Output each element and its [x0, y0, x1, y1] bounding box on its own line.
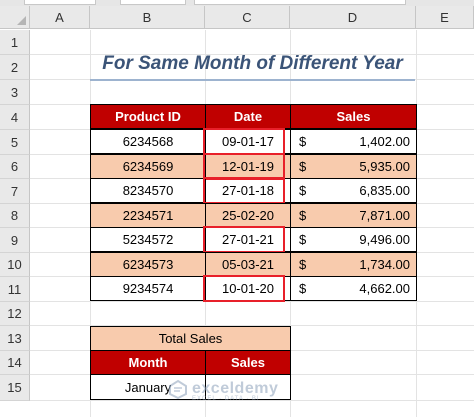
total-header-month[interactable]: Month [90, 350, 206, 375]
currency-symbol: $ [299, 281, 307, 296]
ribbon-tab[interactable] [194, 0, 406, 5]
product-id-cell[interactable]: 6234568 [90, 129, 206, 154]
header-date[interactable]: Date [205, 104, 291, 129]
currency-symbol: $ [299, 208, 307, 223]
currency-symbol: $ [299, 257, 307, 272]
sales-value: 1,402.00 [359, 134, 410, 149]
sheet-title[interactable]: For Same Month of Different Year [90, 50, 415, 78]
exceldemy-logo-icon [169, 379, 187, 399]
currency-symbol: $ [299, 134, 307, 149]
header-product-id[interactable]: Product ID [90, 104, 206, 129]
sales-cell[interactable]: $9,496.00 [290, 227, 417, 252]
sales-cell[interactable]: $6,835.00 [290, 178, 417, 203]
total-header-sales[interactable]: Sales [205, 350, 291, 375]
column-header-a[interactable]: A [30, 6, 90, 29]
sales-cell[interactable]: $4,662.00 [290, 276, 417, 301]
exceldemy-watermark: exceldemy EXCEL · DATA · BI [168, 376, 278, 402]
date-highlight-box [203, 226, 285, 253]
sales-cell[interactable]: $7,871.00 [290, 203, 417, 228]
date-highlight-box [203, 153, 285, 180]
title-underline [90, 79, 415, 81]
date-highlight-box [203, 275, 285, 302]
sales-value: 1,734.00 [359, 257, 410, 272]
row-header-10[interactable]: 10 [0, 253, 30, 277]
select-all-corner[interactable] [0, 6, 30, 29]
product-id-cell[interactable]: 6234569 [90, 154, 206, 179]
sales-value: 6,835.00 [359, 183, 410, 198]
row-header-5[interactable]: 5 [0, 130, 30, 155]
ribbon-tab[interactable] [24, 0, 96, 5]
row-header-6[interactable]: 6 [0, 155, 30, 179]
row-header-13[interactable]: 13 [0, 326, 30, 351]
sales-value: 9,496.00 [359, 232, 410, 247]
column-header-d[interactable]: D [290, 6, 416, 29]
column-header-c[interactable]: C [205, 6, 290, 29]
row-header-12[interactable]: 12 [0, 302, 30, 326]
row-header-1[interactable]: 1 [0, 30, 30, 55]
sales-cell[interactable]: $1,402.00 [290, 129, 417, 154]
row-header-14[interactable]: 14 [0, 351, 30, 375]
product-id-cell[interactable]: 2234571 [90, 203, 206, 228]
product-id-cell[interactable]: 6234573 [90, 252, 206, 277]
sales-cell[interactable]: $5,935.00 [290, 154, 417, 179]
watermark-tagline: EXCEL · DATA · BI [192, 396, 260, 402]
row-header-2[interactable]: 2 [0, 55, 30, 80]
row-header-8[interactable]: 8 [0, 204, 30, 228]
currency-symbol: $ [299, 159, 307, 174]
product-id-cell[interactable]: 5234572 [90, 227, 206, 252]
column-header-b[interactable]: B [90, 6, 205, 29]
sales-cell[interactable]: $1,734.00 [290, 252, 417, 277]
row-header-11[interactable]: 11 [0, 277, 30, 302]
ribbon-tab[interactable] [120, 0, 186, 5]
row-header-4[interactable]: 4 [0, 105, 30, 130]
header-sales[interactable]: Sales [290, 104, 417, 129]
sales-value: 5,935.00 [359, 159, 410, 174]
row-header-9[interactable]: 9 [0, 228, 30, 253]
date-highlight-box [203, 177, 285, 204]
date-cell[interactable]: 25-02-20 [205, 203, 291, 228]
sales-value: 7,871.00 [359, 208, 410, 223]
row-header-15[interactable]: 15 [0, 375, 30, 401]
row-header-7[interactable]: 7 [0, 179, 30, 204]
product-id-cell[interactable]: 8234570 [90, 178, 206, 203]
date-highlight-box [203, 128, 285, 155]
currency-symbol: $ [299, 183, 307, 198]
column-header-e[interactable]: E [416, 6, 474, 29]
row-header-3[interactable]: 3 [0, 80, 30, 105]
currency-symbol: $ [299, 232, 307, 247]
total-sales-title[interactable]: Total Sales [90, 326, 291, 351]
sales-value: 4,662.00 [359, 281, 410, 296]
product-id-cell[interactable]: 9234574 [90, 276, 206, 301]
date-cell[interactable]: 05-03-21 [205, 252, 291, 277]
